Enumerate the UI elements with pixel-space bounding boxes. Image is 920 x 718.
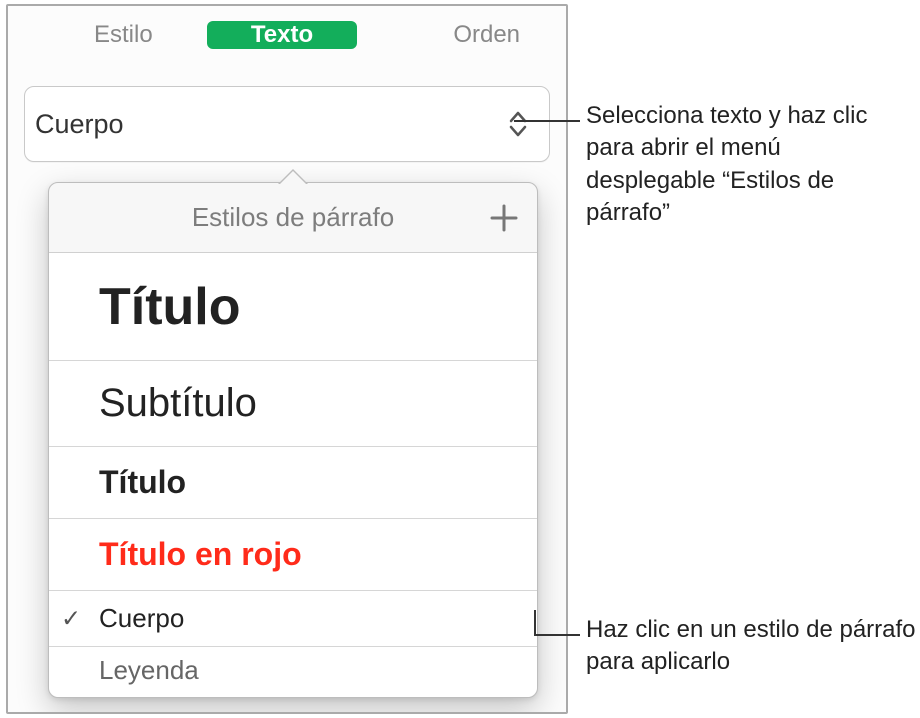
style-item-label: Cuerpo [99,603,184,634]
panel-tabs: Estilo Texto Orden [8,6,566,64]
callout-text: Haz clic en un estilo de párrafo para ap… [586,614,916,679]
paragraph-style-current-label: Cuerpo [35,109,124,140]
callout-leader [534,610,536,636]
callout-leader [514,120,580,122]
style-item-heading[interactable]: Título [49,447,537,519]
style-item-caption[interactable]: Leyenda [49,647,537,697]
tab-text-wrap: Texto [203,6,362,64]
format-panel: Estilo Texto Orden Cuerpo Estilos de pár… [6,4,568,714]
style-item-label: Título [99,464,186,501]
style-item-subtitle[interactable]: Subtítulo [49,361,537,447]
style-item-label: Título en rojo [99,536,302,573]
tab-order-wrap: Orden [361,6,566,64]
callout-text: Selecciona texto y haz clic para abrir e… [586,100,916,230]
style-item-label: Título [99,277,241,337]
chevron-up-down-icon [507,109,529,139]
tab-style[interactable]: Estilo [48,21,199,49]
style-item-heading-red[interactable]: Título en rojo [49,519,537,591]
tab-order[interactable]: Orden [411,21,562,49]
plus-icon [489,203,519,233]
add-style-button[interactable] [489,203,519,233]
checkmark-icon: ✓ [61,604,81,633]
paragraph-styles-dropdown: Estilos de párrafo Título Subtítulo Títu… [48,182,538,698]
paragraph-style-popup-button[interactable]: Cuerpo [24,86,550,162]
style-item-body[interactable]: ✓ Cuerpo [49,591,537,647]
callout-leader [534,634,580,636]
dropdown-title: Estilos de párrafo [192,202,394,233]
tab-style-wrap: Estilo [8,6,203,64]
style-item-label: Subtítulo [99,381,257,426]
dropdown-header: Estilos de párrafo [49,183,537,253]
style-item-label: Leyenda [99,655,199,686]
tab-text[interactable]: Texto [207,21,358,49]
style-item-title[interactable]: Título [49,253,537,361]
